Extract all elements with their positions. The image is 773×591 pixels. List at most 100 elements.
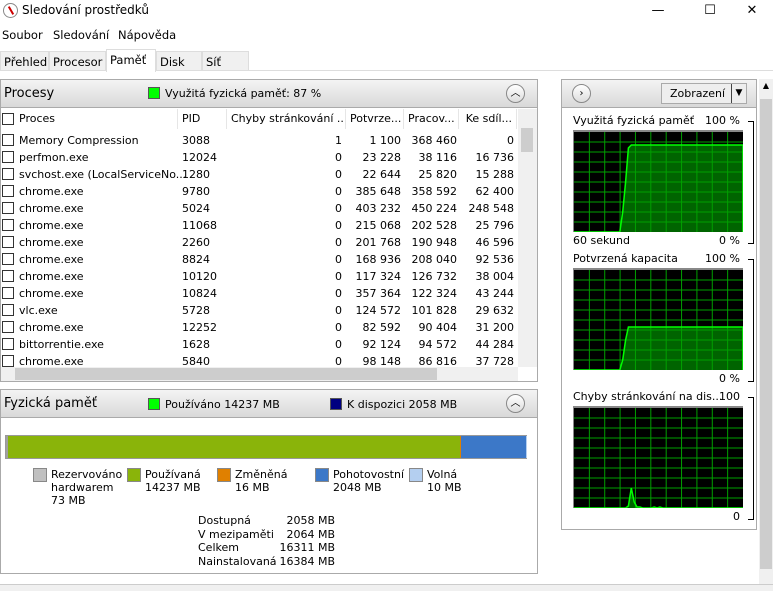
col-commit[interactable]: Potvrze...	[346, 109, 404, 129]
row-checkbox[interactable]	[2, 287, 14, 299]
cell-commit: 403 232	[355, 202, 402, 215]
tab-sit[interactable]: Síť	[202, 51, 249, 71]
col-pid[interactable]: PID	[178, 109, 227, 129]
stat-label: Dostupná	[198, 514, 251, 527]
graph-min: 0 %	[719, 372, 740, 385]
tab-disk[interactable]: Disk	[156, 51, 202, 71]
col-proces[interactable]: Proces	[15, 109, 178, 129]
tab-procesor[interactable]: Procesor	[49, 51, 106, 71]
menu-sledovani[interactable]: Sledování	[53, 28, 109, 42]
col-page-faults[interactable]: Chyby stránkování ...	[227, 109, 346, 129]
table-row[interactable]: chrome.exe 11068 0 215 068 202 528 25 796	[1, 217, 517, 234]
row-checkbox[interactable]	[2, 202, 14, 214]
cell-process: chrome.exe	[19, 202, 84, 215]
row-checkbox[interactable]	[2, 321, 14, 333]
processes-header[interactable]: Procesy Využitá fyzická paměť: 87 % ︿	[1, 80, 537, 108]
cell-page-faults: 0	[335, 253, 342, 266]
window-title: Sledování prostředků	[22, 3, 149, 17]
physical-memory-header[interactable]: Fyzická paměť Používáno 14237 MB K dispo…	[1, 390, 537, 418]
collapse-icon[interactable]: ︿	[506, 84, 525, 103]
cell-pid: 8824	[182, 253, 210, 266]
used-label: Používáno 14237 MB	[165, 398, 280, 411]
legend-label: Změněná 16 MB	[235, 468, 288, 494]
horizontal-scrollbar[interactable]	[1, 367, 518, 381]
menu-soubor[interactable]: Soubor	[2, 28, 43, 42]
scroll-up-icon[interactable]: ▲	[759, 81, 773, 90]
cell-page-faults: 0	[335, 168, 342, 181]
cell-process: chrome.exe	[19, 185, 84, 198]
cell-commit: 92 124	[362, 338, 402, 351]
table-row[interactable]: chrome.exe 9780 0 385 648 358 592 62 400	[1, 183, 517, 200]
expand-right-icon[interactable]: ›	[572, 84, 591, 103]
cell-working-set: 450 224	[411, 202, 458, 215]
table-row[interactable]: Memory Compression 3088 1 1 100 368 460 0	[1, 132, 517, 149]
right-scrollbar[interactable]: ▲	[759, 79, 773, 584]
table-row[interactable]: chrome.exe 2260 0 201 768 190 948 46 596	[1, 234, 517, 251]
row-checkbox[interactable]	[2, 304, 14, 316]
table-row[interactable]: chrome.exe 5840 0 98 148 86 816 37 728	[1, 353, 517, 367]
table-row[interactable]: chrome.exe 10120 0 117 324 126 732 38 004	[1, 268, 517, 285]
select-all-checkbox[interactable]	[2, 113, 14, 125]
menu-napoveda[interactable]: Nápověda	[118, 28, 176, 42]
table-row[interactable]: vlc.exe 5728 0 124 572 101 828 29 632	[1, 302, 517, 319]
cell-pid: 3088	[182, 134, 210, 147]
table-row[interactable]: bittorrentie.exe 1628 0 92 124 94 572 44 284	[1, 336, 517, 353]
tab-prehled[interactable]: Přehled	[0, 51, 49, 71]
col-shareable[interactable]: Ke sdíl...	[459, 109, 517, 129]
cell-pid: 1628	[182, 338, 210, 351]
cell-page-faults: 0	[335, 151, 342, 164]
cell-shareable: 31 200	[475, 321, 515, 334]
table-row[interactable]: svchost.exe (LocalServiceNo... 1280 0 22 64…	[1, 166, 517, 183]
processes-panel: Procesy Využitá fyzická paměť: 87 % ︿ Pr…	[0, 79, 538, 382]
graph-max: 100 %	[705, 252, 740, 265]
collapse-icon[interactable]: ︿	[506, 394, 525, 413]
table-row[interactable]: chrome.exe 5024 0 403 232 450 224 248 548	[1, 200, 517, 217]
stat-value: 2058 MB	[286, 514, 335, 527]
row-checkbox[interactable]	[2, 185, 14, 197]
cell-working-set: 190 948	[411, 236, 458, 249]
vertical-scrollbar[interactable]	[518, 109, 537, 367]
minimize-button[interactable]: —	[635, 0, 681, 24]
graph-bracket	[748, 121, 754, 244]
scroll-thumb[interactable]	[521, 128, 533, 152]
cell-commit: 168 936	[355, 253, 402, 266]
view-button[interactable]: Zobrazení ▼	[661, 83, 747, 104]
tab-pamet[interactable]: Paměť	[106, 49, 156, 72]
col-working-set[interactable]: Pracov...	[404, 109, 459, 129]
right-scroll-thumb[interactable]	[760, 99, 772, 569]
row-checkbox[interactable]	[2, 168, 14, 180]
cell-commit: 1 100	[369, 134, 402, 147]
row-checkbox[interactable]	[2, 151, 14, 163]
graph-3	[573, 406, 743, 509]
table-row[interactable]: perfmon.exe 12024 0 23 228 38 116 16 736	[1, 149, 517, 166]
dropdown-arrow-icon[interactable]: ▼	[731, 84, 746, 103]
row-checkbox[interactable]	[2, 338, 14, 350]
cell-working-set: 122 324	[411, 287, 458, 300]
legend-label: Používaná 14237 MB	[145, 468, 201, 494]
cell-commit: 124 572	[355, 304, 402, 317]
cell-page-faults: 1	[335, 134, 342, 147]
table-row[interactable]: chrome.exe 8824 0 168 936 208 040 92 536	[1, 251, 517, 268]
row-checkbox[interactable]	[2, 253, 14, 265]
splitter[interactable]	[540, 79, 555, 584]
cell-working-set: 358 592	[411, 185, 458, 198]
cell-process: Memory Compression	[19, 134, 139, 147]
row-checkbox[interactable]	[2, 236, 14, 248]
row-checkbox[interactable]	[2, 355, 14, 367]
row-checkbox[interactable]	[2, 134, 14, 146]
graph-max: 100	[719, 390, 740, 403]
legend-swatch	[127, 468, 141, 482]
row-checkbox[interactable]	[2, 219, 14, 231]
close-button[interactable]: ✕	[729, 0, 773, 24]
cell-working-set: 126 732	[411, 270, 458, 283]
table-row[interactable]: chrome.exe 10824 0 357 364 122 324 43 244	[1, 285, 517, 302]
table-row[interactable]: chrome.exe 12252 0 82 592 90 404 31 200	[1, 319, 517, 336]
graph-title: Využitá fyzická paměť	[573, 114, 695, 127]
cell-shareable: 37 728	[475, 355, 515, 367]
stat-label: V mezipaměti	[198, 527, 274, 541]
cell-page-faults: 0	[335, 236, 342, 249]
row-checkbox[interactable]	[2, 270, 14, 282]
h-scroll-thumb[interactable]	[15, 368, 437, 380]
graph-1	[573, 130, 744, 233]
maximize-button[interactable]: ☐	[687, 0, 733, 24]
